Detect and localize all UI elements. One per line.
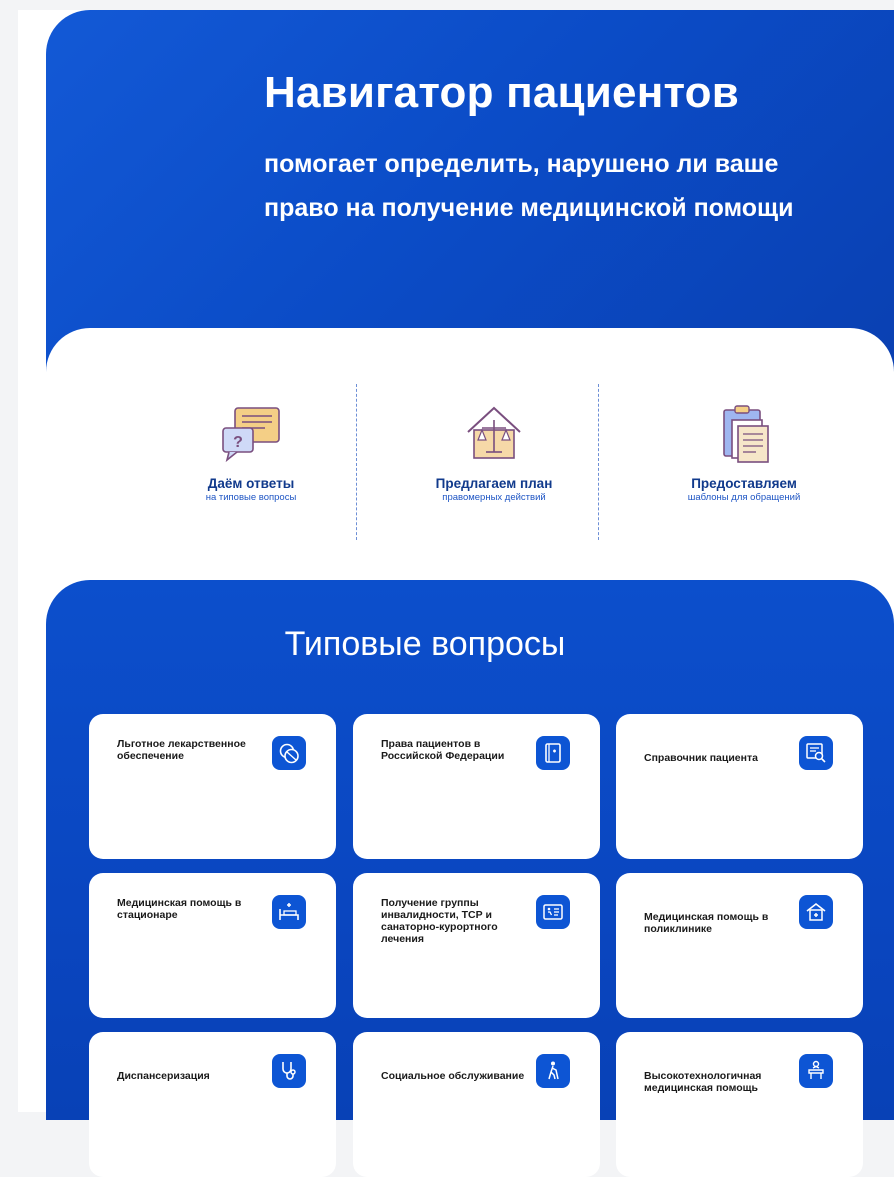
card-label: Медицинская помощь в поликлинике [644,911,769,935]
hospital-bed-icon [272,895,306,929]
clinic-icon [799,895,833,929]
feature-title: Даём ответы [207,476,295,491]
elderly-person-icon [536,1054,570,1088]
feature-templates: Предоставляем шаблоны для обращений [624,398,864,504]
card-outpatient-care[interactable]: Медицинская помощь в поликлинике [616,873,863,1018]
card-label: Медицинская помощь в стационаре [117,897,242,921]
disability-document-icon [536,895,570,929]
stethoscope-icon [272,1054,306,1088]
card-social-services[interactable]: Социальное обслуживание [353,1032,600,1177]
feature-title: Предлагаем план [435,476,553,491]
feature-subtitle: на типовые вопросы [205,492,297,503]
card-medical-checkup[interactable]: Диспансеризация [89,1032,336,1177]
feature-subtitle: правомерных действий [442,492,546,503]
card-preferential-medicines[interactable]: Льготное лекарственное обеспечение [89,714,336,859]
card-inpatient-care[interactable]: Медицинская помощь в стационаре [89,873,336,1018]
card-label: Льготное лекарственное обеспечение [117,738,246,762]
card-label: Права пациентов в Российской Федерации [381,738,505,762]
question-speech-icon: ? [222,407,280,463]
feature-divider [356,384,357,540]
card-high-tech-care[interactable]: Высокотехнологичная медицинская помощь [616,1032,863,1177]
svg-text:?: ? [233,434,243,451]
card-label: Социальное обслуживание [381,1070,525,1082]
card-label: Справочник пациента [644,752,758,764]
feature-plan: Предлагаем план правомерных действий [374,398,614,504]
card-patient-rights[interactable]: Права пациентов в Российской Федерации [353,714,600,859]
card-label: Высокотехнологичная медицинская помощь [644,1070,762,1094]
card-patient-reference[interactable]: Справочник пациента [616,714,863,859]
features-panel: ? Даём ответы на типовые вопросы Предлаг… [46,328,894,608]
reference-search-icon [799,736,833,770]
feature-title: Предоставляем [691,476,797,491]
clipboard-documents-icon [723,405,769,463]
section-heading: Типовые вопросы [284,625,566,663]
card-label: Диспансеризация [117,1070,210,1082]
feature-divider [598,384,599,540]
page-title: Навигатор пациентов [264,68,739,117]
hero-subtitle: помогает определить, нарушено ли ваше пр… [264,150,794,222]
pills-icon [272,736,306,770]
high-tech-surgery-icon [799,1054,833,1088]
feature-subtitle: шаблоны для обращений [687,492,801,503]
typical-questions-section: Типовые вопросы Льготное лекарственное о… [46,580,894,1177]
rights-book-icon [536,736,570,770]
card-label: Получение группы инвалидности, ТСР и сан… [381,897,498,945]
card-disability-group[interactable]: Получение группы инвалидности, ТСР и сан… [353,873,600,1018]
scales-house-icon [467,406,521,459]
feature-answers: ? Даём ответы на типовые вопросы [131,398,371,504]
